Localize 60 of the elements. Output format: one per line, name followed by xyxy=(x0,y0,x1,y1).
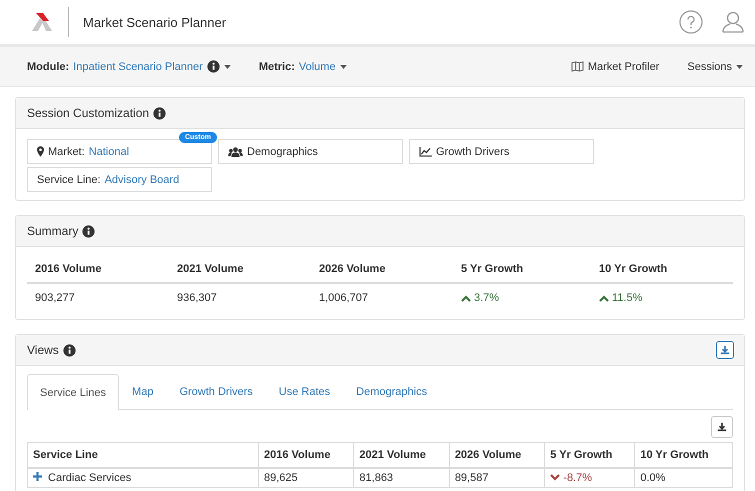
column-header: 2021 Volume xyxy=(169,257,311,284)
download-button[interactable] xyxy=(711,416,733,438)
summary-value: 11.5% xyxy=(591,284,733,309)
map-icon xyxy=(570,61,584,72)
table-cell: 89,587 xyxy=(449,468,545,488)
tab[interactable]: Service Lines xyxy=(27,374,120,410)
info-icon[interactable] xyxy=(206,60,220,73)
column-header: 10 Yr Growth xyxy=(591,257,733,284)
caret-icon xyxy=(224,64,231,68)
table-cell: 81,863 xyxy=(354,468,450,488)
download-icon xyxy=(717,422,727,432)
metric-dropdown[interactable]: Metric: Volume xyxy=(258,60,347,72)
column-header: 5 Yr Growth xyxy=(544,442,635,468)
panel-title: Views xyxy=(27,343,59,357)
table-cell: -8.7% xyxy=(544,468,635,488)
column-header: 2016 Volume xyxy=(27,257,169,284)
tab[interactable]: Map xyxy=(119,374,166,409)
map-marker-icon xyxy=(37,146,44,157)
caret-icon xyxy=(340,64,347,68)
column-header: 5 Yr Growth xyxy=(453,257,591,284)
summary-value: 3.7% xyxy=(453,284,591,309)
logo-icon xyxy=(30,12,54,32)
tab[interactable]: Demographics xyxy=(343,374,440,409)
user-icon[interactable] xyxy=(721,10,745,34)
growth-drivers-button[interactable]: Growth Drivers xyxy=(409,139,594,164)
info-icon[interactable] xyxy=(153,106,166,120)
down-chevron-icon xyxy=(550,474,560,481)
table-cell: Cardiac Services xyxy=(28,468,258,488)
caret-icon xyxy=(736,64,743,68)
info-icon[interactable] xyxy=(82,224,96,238)
users-icon xyxy=(228,146,243,156)
panel-title: Summary xyxy=(27,224,78,238)
tab[interactable]: Use Rates xyxy=(266,374,344,409)
demographics-button[interactable]: Demographics xyxy=(218,139,403,164)
column-header: 2016 Volume xyxy=(258,442,354,468)
column-header: 2021 Volume xyxy=(354,442,450,468)
up-chevron-icon xyxy=(599,294,609,302)
market-selector[interactable]: Market: National xyxy=(27,139,212,164)
summary-value: 903,277 xyxy=(34,291,76,306)
service-line-selector[interactable]: Service Line: Advisory Board xyxy=(27,167,212,192)
help-icon[interactable] xyxy=(679,10,703,34)
info-icon[interactable] xyxy=(62,344,76,356)
tab[interactable]: Growth Drivers xyxy=(166,374,266,409)
app-title: Market Scenario Planner xyxy=(83,14,226,30)
up-chevron-icon xyxy=(461,294,471,302)
expand-icon[interactable] xyxy=(33,472,42,481)
table-cell: 0.0% xyxy=(634,468,732,488)
column-header: 2026 Volume xyxy=(449,442,545,468)
line-chart-icon xyxy=(419,146,432,156)
column-header: 10 Yr Growth xyxy=(634,442,732,468)
table-cell: 89,625 xyxy=(258,468,354,488)
download-icon xyxy=(720,345,730,355)
column-header: Service Line xyxy=(28,442,258,468)
panel-title: Session Customization xyxy=(27,106,150,120)
column-header: 2026 Volume xyxy=(311,257,453,284)
module-dropdown[interactable]: Module: Inpatient Scenario Planner xyxy=(27,60,231,73)
summary-value: 1,006,707 xyxy=(318,291,369,306)
summary-value: 936,307 xyxy=(176,291,218,306)
sessions-dropdown[interactable]: Sessions xyxy=(687,60,743,72)
market-profiler-link[interactable]: Market Profiler xyxy=(570,60,660,72)
